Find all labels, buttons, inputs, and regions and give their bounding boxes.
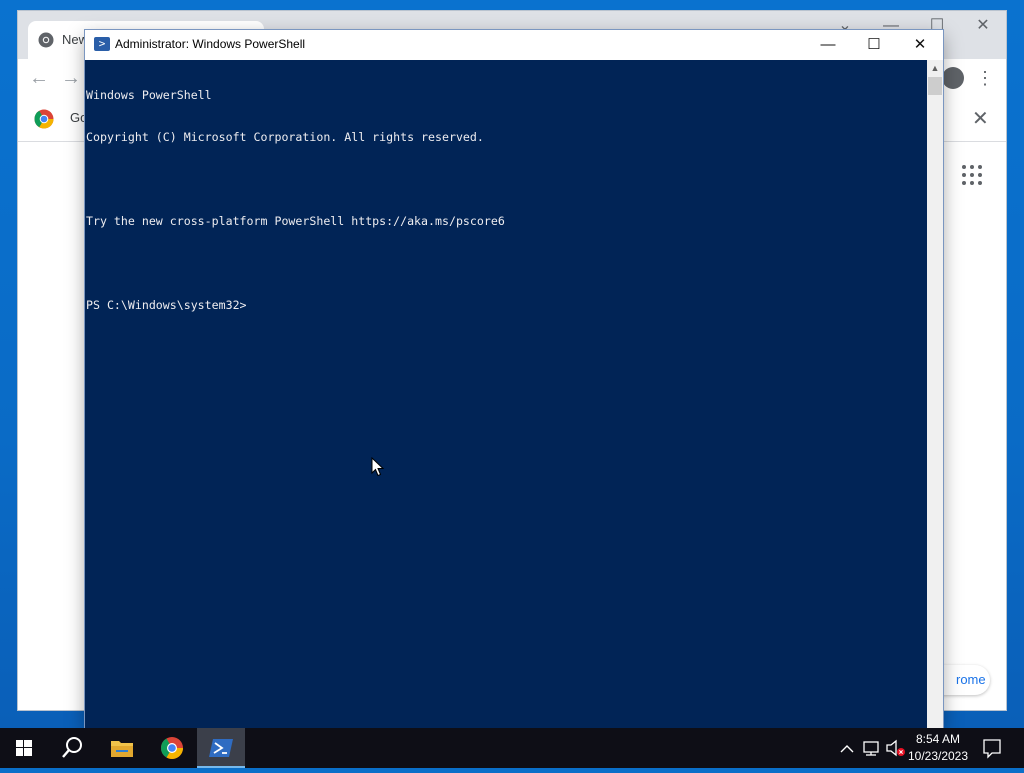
console-prompt[interactable]: PS C:\Windows\system32> (85, 298, 927, 312)
mouse-cursor-icon (371, 457, 385, 477)
scroll-thumb[interactable] (928, 77, 942, 95)
forward-icon[interactable]: → (58, 65, 84, 91)
windows-logo-icon (16, 740, 32, 756)
powershell-taskbar-button[interactable] (197, 728, 245, 768)
powershell-window[interactable]: > Administrator: Windows PowerShell — ☐ … (85, 30, 943, 728)
maximize-button[interactable]: ☐ (851, 30, 897, 60)
scroll-up-icon[interactable]: ▲ (927, 60, 943, 76)
chrome-taskbar-button[interactable] (148, 728, 196, 768)
console-line: Try the new cross-platform PowerShell ht… (86, 214, 505, 228)
clock-time[interactable]: 8:54 AM (906, 732, 970, 746)
console-output[interactable]: Windows PowerShell Copyright (C) Microso… (85, 60, 927, 728)
console-line: Copyright (C) Microsoft Corporation. All… (86, 130, 484, 144)
customize-chrome-label: rome (956, 672, 986, 687)
console-line: Windows PowerShell (86, 88, 212, 102)
file-explorer-button[interactable] (98, 728, 146, 768)
search-icon (62, 737, 82, 758)
minimize-button[interactable]: — (805, 30, 851, 60)
taskbar: 8:54 AM 10/23/2023 (0, 728, 1024, 768)
back-icon[interactable]: ← (26, 65, 52, 91)
chrome-close-button[interactable]: ✕ (960, 11, 1006, 41)
start-button[interactable] (0, 728, 48, 768)
powershell-icon (209, 739, 233, 757)
chrome-logo-icon (34, 109, 54, 129)
vertical-scrollbar[interactable]: ▲ (927, 60, 943, 728)
notification-icon[interactable] (978, 728, 1006, 768)
powershell-icon: > (94, 37, 110, 51)
window-title: Administrator: Windows PowerShell (115, 37, 306, 51)
close-button[interactable]: ✕ (897, 30, 943, 60)
powershell-titlebar[interactable]: > Administrator: Windows PowerShell — ☐ … (85, 30, 943, 60)
chrome-icon (161, 737, 183, 759)
folder-icon (111, 741, 133, 757)
google-apps-icon[interactable] (962, 165, 982, 185)
network-icon[interactable] (860, 728, 882, 768)
infobar-close-icon[interactable]: ✕ (972, 107, 989, 131)
chrome-icon (38, 32, 54, 48)
show-hidden-icons-icon[interactable] (838, 728, 856, 768)
chrome-menu-icon[interactable]: ⋮ (976, 63, 994, 93)
profile-avatar-icon[interactable] (942, 67, 964, 89)
clock-date[interactable]: 10/23/2023 (904, 749, 972, 763)
search-button[interactable] (48, 728, 96, 768)
